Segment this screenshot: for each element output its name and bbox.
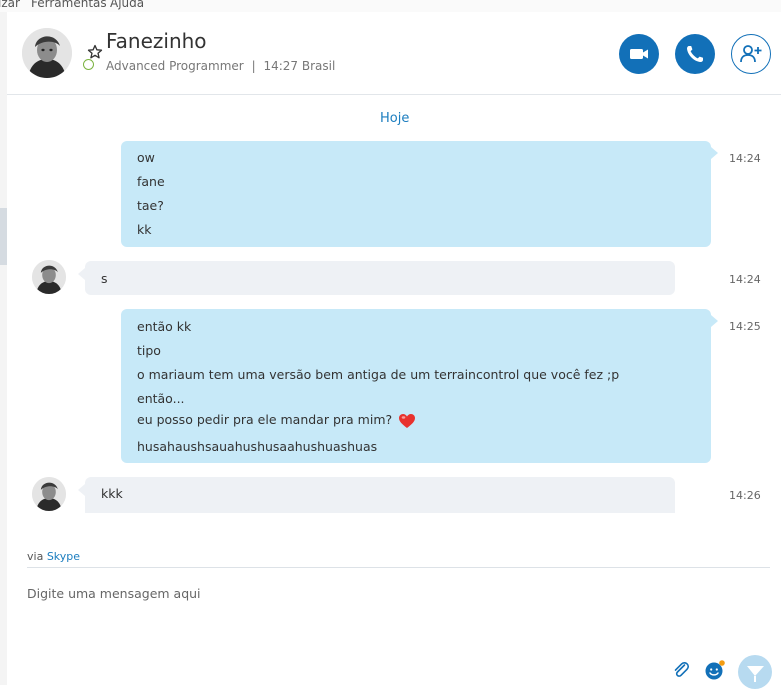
contact-name: Fanezinho [106,29,207,53]
send-button[interactable] [738,655,772,689]
attach-file-icon[interactable] [671,660,691,680]
heart-emoji-icon [399,413,416,428]
mood-separator: | [251,59,256,73]
message-line: s [101,271,108,286]
video-camera-icon [630,49,648,59]
bubble-tail [78,268,85,280]
send-icon [747,666,764,682]
message-timestamp: 14:24 [729,152,761,165]
message-line: husahaushsauahushusaahushuashuas [137,439,378,454]
menu-bar: izar Ferramentas Ajuda [0,0,781,12]
message-line: tipo [137,343,161,358]
bubble-tail [711,315,718,327]
bubble-tail [78,484,85,496]
menu-item-visualizar[interactable]: izar [0,0,20,10]
bubble-tail [711,147,718,159]
message-line: então... [137,391,185,406]
add-person-icon [740,45,762,63]
message-input[interactable]: Digite uma mensagem aqui [27,586,201,601]
via-prefix: via [27,550,44,563]
add-people-button[interactable] [731,34,771,74]
compose-divider [27,567,770,568]
sidebar-scroll-marker[interactable] [0,208,7,265]
message-bubble-incoming[interactable]: s [85,261,675,295]
message-line: o mariaum tem uma versão bem antiga de u… [137,367,620,382]
phone-icon [687,46,703,62]
message-line: tae? [137,198,164,213]
message-timestamp: 14:25 [729,320,761,333]
conversation-header: Fanezinho Advanced Programmer | 14:27 Br… [7,12,781,95]
video-call-button[interactable] [619,34,659,74]
date-separator: Hoje [380,111,410,126]
avatar-photo [22,28,72,78]
menu-item-ajuda[interactable]: Ajuda [110,0,144,10]
message-bubble-incoming[interactable]: kkk [85,477,675,513]
contact-avatar[interactable] [22,28,72,78]
via-skype-link[interactable]: Skype [47,550,80,563]
message-line: eu posso pedir pra ele mandar pra mim? [137,412,393,427]
presence-status-icon [83,59,94,70]
message-timestamp: 14:26 [729,489,761,502]
message-line: fane [137,174,165,189]
contact-mood: Advanced Programmer [106,59,244,73]
message-line: ow [137,150,155,165]
contact-mood-line: Advanced Programmer | 14:27 Brasil [106,59,335,73]
audio-call-button[interactable] [675,34,715,74]
message-line: kkk [101,486,123,501]
sender-avatar[interactable] [32,477,66,511]
avatar-photo [32,260,66,294]
via-line: via Skype [27,550,80,563]
message-bubble-outgoing[interactable]: então kk tipo o mariaum tem uma versão b… [121,309,711,463]
message-timestamp: 14:24 [729,273,761,286]
message-line-with-emoji: eu posso pedir pra ele mandar pra mim? [137,412,416,429]
sidebar-edge [0,12,7,685]
contact-local-time: 14:27 Brasil [263,59,336,73]
favorite-star-icon[interactable] [87,44,103,60]
message-line: kk [137,222,152,237]
emoticon-icon[interactable] [704,659,726,681]
message-line: então kk [137,319,192,334]
menu-item-ferramentas[interactable]: Ferramentas [31,0,107,10]
avatar-photo [32,477,66,511]
message-bubble-outgoing[interactable]: ow fane tae? kk [121,141,711,247]
sender-avatar[interactable] [32,260,66,294]
